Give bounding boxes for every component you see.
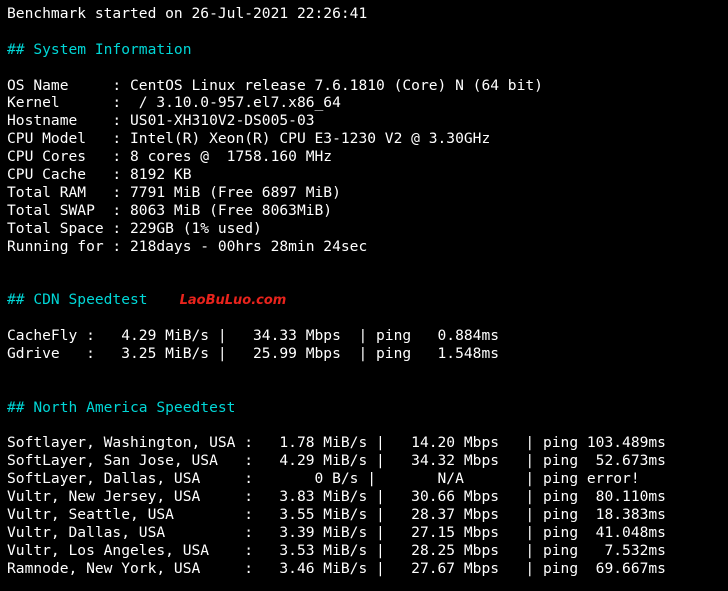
system-info-row: Hostname : US01-XH310V2-DS005-03 <box>7 112 315 130</box>
speedtest-row: Vultr, New Jersey, USA : 3.83 MiB/s | 30… <box>7 488 666 506</box>
cdn-speedtest-block: CacheFly : 4.29 MiB/s | 34.33 Mbps | pin… <box>7 327 728 363</box>
terminal-window: Benchmark started on 26-Jul-2021 22:26:4… <box>0 0 728 591</box>
system-info-row: Total RAM : 7791 MiB (Free 6897 MiB) <box>7 183 341 201</box>
system-info-row: Running for : 218days - 00hrs 28min 24se… <box>7 237 368 255</box>
system-info-row: CPU Cache : 8192 KB <box>7 166 192 184</box>
benchmark-start-line: Benchmark started on 26-Jul-2021 22:26:4… <box>7 5 368 22</box>
system-info-heading: ## System Information <box>7 40 192 58</box>
system-info-row: Total SWAP : 8063 MiB (Free 8063MiB) <box>7 201 333 219</box>
cdn-speedtest-heading-line: ## CDN Speedtest LaoBuLuo.com <box>7 291 728 309</box>
system-info-row: Total Space : 229GB (1% used) <box>7 219 262 237</box>
speedtest-row: Ramnode, New York, USA : 3.46 MiB/s | 27… <box>7 559 666 577</box>
system-info-row: CPU Cores : 8 cores @ 1758.160 MHz <box>7 148 333 166</box>
system-info-row: OS Name : CentOS Linux release 7.6.1810 … <box>7 76 543 94</box>
speedtest-row: Softlayer, Washington, USA : 1.78 MiB/s … <box>7 434 666 452</box>
system-info-row: CPU Model : Intel(R) Xeon(R) CPU E3-1230… <box>7 130 491 148</box>
speedtest-row: Vultr, Seattle, USA : 3.55 MiB/s | 28.37… <box>7 505 666 523</box>
cdn-speedtest-row: CacheFly : 4.29 MiB/s | 34.33 Mbps | pin… <box>7 327 500 345</box>
watermark-logo: LaoBuLuo.com <box>179 293 287 309</box>
speedtest-row: Vultr, Los Angeles, USA : 3.53 MiB/s | 2… <box>7 541 666 559</box>
system-info-block: OS Name : CentOS Linux release 7.6.1810 … <box>7 77 728 256</box>
system-info-row: Kernel : / 3.10.0-957.el7.x86_64 <box>7 94 341 112</box>
speedtest-row: SoftLayer, San Jose, USA : 4.29 MiB/s | … <box>7 452 666 470</box>
cdn-speedtest-row: Gdrive : 3.25 MiB/s | 25.99 Mbps | ping … <box>7 344 500 362</box>
cdn-speedtest-heading: ## CDN Speedtest <box>7 291 148 309</box>
north-america-speedtest-block: Softlayer, Washington, USA : 1.78 MiB/s … <box>7 434 728 577</box>
speedtest-row: Vultr, Dallas, USA : 3.39 MiB/s | 27.15 … <box>7 523 666 541</box>
north-america-speedtest-heading: ## North America Speedtest <box>7 398 236 416</box>
speedtest-row: SoftLayer, Dallas, USA : 0 B/s | N/A | p… <box>7 470 640 488</box>
